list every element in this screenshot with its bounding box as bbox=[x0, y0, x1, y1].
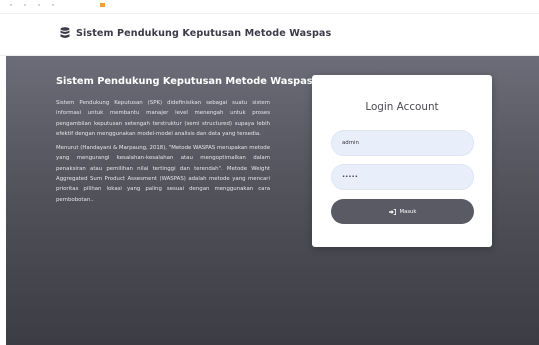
database-icon bbox=[60, 27, 70, 38]
password-input[interactable] bbox=[331, 164, 474, 190]
browser-top-strip bbox=[0, 0, 539, 14]
sign-in-icon bbox=[388, 208, 396, 215]
strip-dot bbox=[10, 4, 12, 6]
login-title: Login Account bbox=[365, 101, 439, 113]
intro-title: Sistem Pendukung Keputusan Metode Waspas bbox=[56, 76, 313, 87]
navbar: Sistem Pendukung Keputusan Metode Waspas bbox=[0, 14, 539, 56]
strip-accent bbox=[100, 3, 105, 7]
strip-dot bbox=[52, 4, 54, 6]
intro-section: Sistem Pendukung Keputusan Metode Waspas… bbox=[56, 75, 313, 209]
login-card: Login Account Masuk bbox=[312, 75, 492, 247]
login-button[interactable]: Masuk bbox=[331, 199, 474, 224]
intro-paragraph-spk: Sistem Pendukung Keputusan (SPK) didefin… bbox=[56, 100, 270, 137]
login-button-label: Masuk bbox=[399, 208, 417, 215]
brand[interactable]: Sistem Pendukung Keputusan Metode Waspas bbox=[60, 27, 331, 39]
brand-title: Sistem Pendukung Keputusan Metode Waspas bbox=[76, 27, 332, 39]
strip-dot bbox=[38, 4, 40, 6]
intro-paragraph-waspas: Menurut (Handayani & Marpaung, 2018), "M… bbox=[56, 145, 271, 203]
username-input[interactable] bbox=[331, 130, 474, 156]
strip-dot bbox=[24, 4, 26, 6]
